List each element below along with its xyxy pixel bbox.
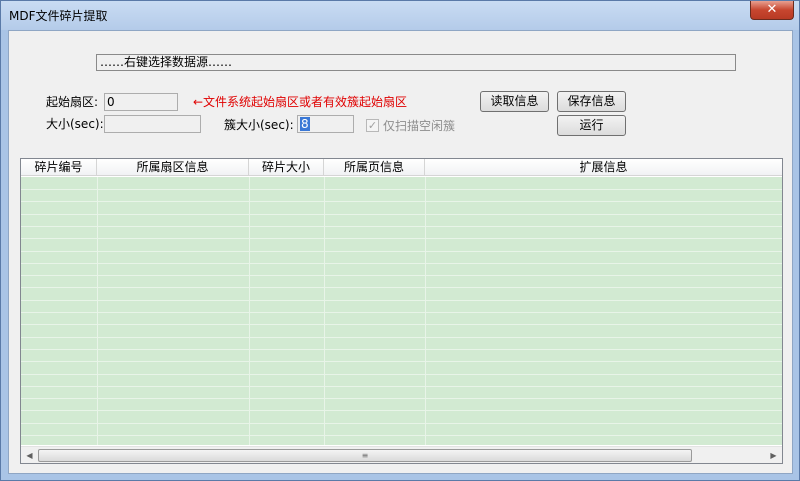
app-window: MDF文件碎片提取 ✕ ……右键选择数据源…… 起始扇区: 0 ←文件系统起始扇… — [0, 0, 800, 481]
close-button[interactable]: ✕ — [750, 1, 794, 20]
cluster-size-label: 簇大小(sec): — [224, 118, 294, 132]
checkmark-icon: ✓ — [366, 119, 379, 132]
table-header: 碎片编号 所属扇区信息 碎片大小 所属页信息 扩展信息 — [21, 159, 782, 176]
grid-row-line — [21, 251, 782, 252]
grid-column-line — [97, 177, 98, 445]
scan-free-label: 仅扫描空闲簇 — [383, 119, 456, 133]
grid-row-line — [21, 423, 782, 424]
scan-free-checkbox[interactable]: ✓ 仅扫描空闲簇 — [366, 117, 455, 134]
grid-row-line — [21, 275, 782, 276]
column-header-page-info[interactable]: 所属页信息 — [324, 159, 425, 176]
grid-column-line — [324, 177, 325, 445]
close-icon: ✕ — [766, 2, 778, 17]
grid-row-line — [21, 226, 782, 227]
table-body — [21, 177, 782, 445]
grid-row-line — [21, 361, 782, 362]
read-info-button[interactable]: 读取信息 — [480, 91, 549, 112]
data-source-box[interactable]: ……右键选择数据源…… — [96, 54, 736, 71]
size-label: 大小(sec): — [46, 117, 104, 131]
grid-row-line — [21, 287, 782, 288]
save-info-button[interactable]: 保存信息 — [557, 91, 626, 112]
grid-row-line — [21, 435, 782, 436]
start-sector-input[interactable]: 0 — [104, 93, 178, 111]
title-bar[interactable]: MDF文件碎片提取 ✕ — [1, 1, 799, 30]
grid-row-line — [21, 324, 782, 325]
dialog-body: ……右键选择数据源…… 起始扇区: 0 ←文件系统起始扇区或者有效簇起始扇区 大… — [8, 30, 793, 474]
column-header-sector-info[interactable]: 所属扇区信息 — [97, 159, 249, 176]
column-header-extended-info[interactable]: 扩展信息 — [425, 159, 782, 176]
grid-row-line — [21, 214, 782, 215]
grid-row-line — [21, 300, 782, 301]
cluster-size-input[interactable]: 8 — [297, 115, 354, 133]
grid-row-line — [21, 201, 782, 202]
column-header-fragment-id[interactable]: 碎片编号 — [21, 159, 97, 176]
grip-icon: ≡ — [361, 451, 369, 460]
grid-row-line — [21, 374, 782, 375]
grid-row-line — [21, 349, 782, 350]
start-sector-hint: ←文件系统起始扇区或者有效簇起始扇区 — [193, 95, 408, 109]
scroll-left-icon[interactable]: ◀ — [21, 447, 38, 463]
grid-row-line — [21, 386, 782, 387]
fragment-table[interactable]: 碎片编号 所属扇区信息 碎片大小 所属页信息 扩展信息 ◀ ≡ ▶ — [20, 158, 783, 464]
grid-row-line — [21, 189, 782, 190]
horizontal-scrollbar[interactable]: ◀ ≡ ▶ — [21, 446, 782, 463]
grid-column-line — [249, 177, 250, 445]
run-button[interactable]: 运行 — [557, 115, 626, 136]
size-input[interactable] — [104, 115, 201, 133]
column-header-fragment-size[interactable]: 碎片大小 — [249, 159, 324, 176]
grid-row-line — [21, 337, 782, 338]
scroll-right-icon[interactable]: ▶ — [765, 447, 782, 463]
start-sector-label: 起始扇区: — [46, 95, 99, 109]
grid-row-line — [21, 398, 782, 399]
window-title: MDF文件碎片提取 — [9, 9, 108, 23]
grid-row-line — [21, 263, 782, 264]
grid-row-line — [21, 312, 782, 313]
grid-row-line — [21, 410, 782, 411]
scrollbar-thumb[interactable]: ≡ — [38, 449, 692, 462]
cluster-size-value: 8 — [300, 117, 310, 131]
grid-column-line — [425, 177, 426, 445]
grid-row-line — [21, 238, 782, 239]
